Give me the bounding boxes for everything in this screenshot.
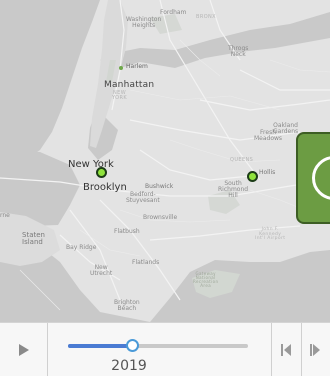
step-back-button[interactable] <box>271 323 301 376</box>
time-slider-thumb[interactable] <box>126 339 140 352</box>
label-brighton-beach: Brighton Beach <box>114 299 140 312</box>
map-widget: Fordham BRONX Washington Heights Throgs … <box>0 0 330 376</box>
step-forward-icon <box>310 344 320 356</box>
label-throgs-neck: Throgs Neck <box>228 45 249 58</box>
time-slider[interactable] <box>68 339 248 352</box>
play-button[interactable] <box>0 323 48 376</box>
basemap <box>0 0 330 322</box>
year-label: 2019 <box>111 358 147 374</box>
label-brownsville: Brownsville <box>143 214 178 221</box>
label-rne: rne <box>0 212 10 219</box>
timeline-controls: 2019 <box>0 322 330 376</box>
step-forward-button[interactable] <box>301 323 330 376</box>
label-bedford-stuyvesant: Bedford- Stuyvesant <box>126 191 160 204</box>
label-bay-ridge: Bay Ridge <box>66 244 97 251</box>
map-canvas[interactable]: Fordham BRONX Washington Heights Throgs … <box>0 0 330 322</box>
label-flatbush: Flatbush <box>114 228 140 235</box>
label-bronx: BRONX <box>196 14 217 20</box>
map-cluster-marker[interactable] <box>296 132 330 224</box>
label-harlem: Harlem <box>126 63 148 70</box>
label-brooklyn: Brooklyn <box>83 182 127 193</box>
label-flatlands: Flatlands <box>132 259 160 266</box>
label-gateway: Gateway National Recreation Area <box>193 271 219 288</box>
label-queens: QUEENS <box>230 157 254 163</box>
label-jfk: John F. Kennedy Int'l Airport <box>255 227 286 241</box>
label-staten-island: Staten Island <box>22 231 45 246</box>
cluster-ring-icon <box>312 156 330 200</box>
label-south-richmond-hill: South Richmond Hill <box>218 180 249 199</box>
step-back-icon <box>280 344 291 356</box>
label-washington-heights: Washington Heights <box>126 16 162 29</box>
map-marker-hollis[interactable] <box>247 171 258 182</box>
label-bushwick: Bushwick <box>145 183 174 190</box>
play-icon <box>18 344 29 356</box>
label-new-york: New York <box>68 159 114 170</box>
label-new-york-faint: NEW YORK <box>112 90 128 101</box>
harlem-dot <box>119 66 123 70</box>
label-hollis: Hollis <box>259 169 276 176</box>
map-marker-new-york[interactable] <box>96 167 107 178</box>
label-new-utrecht: New Utrecht <box>90 264 113 277</box>
label-fresh-meadows: Fresh Meadows <box>254 129 283 142</box>
label-fordham: Fordham <box>160 9 187 16</box>
time-slider-fill <box>68 344 133 348</box>
label-manhattan: Manhattan <box>104 80 155 90</box>
